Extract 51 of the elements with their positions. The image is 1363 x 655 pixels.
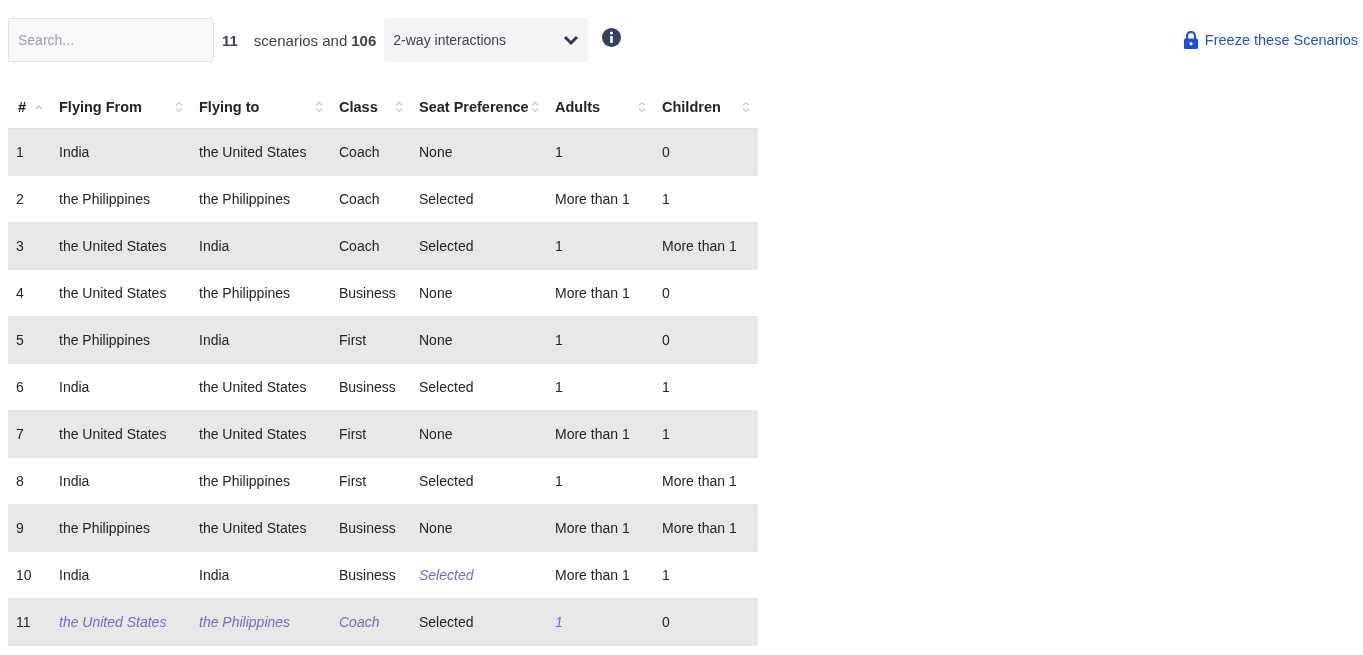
- table-cell: First: [331, 411, 411, 458]
- table-cell: the United States: [51, 599, 191, 646]
- table-cell: 0: [654, 599, 758, 646]
- summary-text: scenarios and: [253, 31, 348, 49]
- table-cell: India: [191, 317, 331, 364]
- table-cell: 1: [547, 129, 654, 176]
- table-cell: Coach: [331, 129, 411, 176]
- table-cell: Coach: [331, 223, 411, 270]
- table-cell: 1: [547, 599, 654, 646]
- table-cell: India: [191, 223, 331, 270]
- table-cell: None: [411, 505, 547, 552]
- table-cell: 0: [654, 129, 758, 176]
- padlock-icon: [1183, 31, 1198, 49]
- table-cell: the United States: [191, 129, 331, 176]
- table-cell: None: [411, 129, 547, 176]
- table-cell: the United States: [51, 223, 191, 270]
- row-number: 1: [8, 129, 51, 176]
- table-cell: India: [51, 129, 191, 176]
- table-cell: 0: [654, 317, 758, 364]
- table-cell: the Philippines: [51, 505, 191, 552]
- interaction-strength-select[interactable]: 2-way interactions: [384, 18, 589, 62]
- table-cell: 1: [547, 317, 654, 364]
- table-cell: Business: [331, 505, 411, 552]
- table-cell: None: [411, 317, 547, 364]
- row-number: 7: [8, 411, 51, 458]
- table-cell: the United States: [191, 411, 331, 458]
- row-number: 5: [8, 317, 51, 364]
- table-cell: Selected: [411, 223, 547, 270]
- table-cell: the Philippines: [51, 317, 191, 364]
- table-cell: More than 1: [654, 505, 758, 552]
- table-cell: Coach: [331, 599, 411, 646]
- info-icon[interactable]: [602, 27, 622, 47]
- table-cell: the United States: [51, 411, 191, 458]
- search-field[interactable]: Search...: [8, 18, 214, 62]
- table-cell: None: [411, 411, 547, 458]
- scenario-count: 11: [222, 31, 238, 49]
- table-cell: the Philippines: [191, 599, 331, 646]
- table-cell: More than 1: [547, 411, 654, 458]
- table-cell: More than 1: [654, 223, 758, 270]
- table-cell: First: [331, 317, 411, 364]
- row-number: 3: [8, 223, 51, 270]
- table-cell: Selected: [411, 599, 547, 646]
- freeze-scenarios-link[interactable]: Freeze these Scenarios: [1183, 31, 1358, 49]
- table-cell: 1: [654, 411, 758, 458]
- row-number: 9: [8, 505, 51, 552]
- interaction-count: 106: [351, 31, 377, 49]
- chevron-down-icon: [563, 34, 580, 46]
- table-cell: More than 1: [547, 505, 654, 552]
- table-cell: the United States: [191, 505, 331, 552]
- table-cell: 1: [547, 223, 654, 270]
- row-number: 11: [8, 599, 51, 646]
